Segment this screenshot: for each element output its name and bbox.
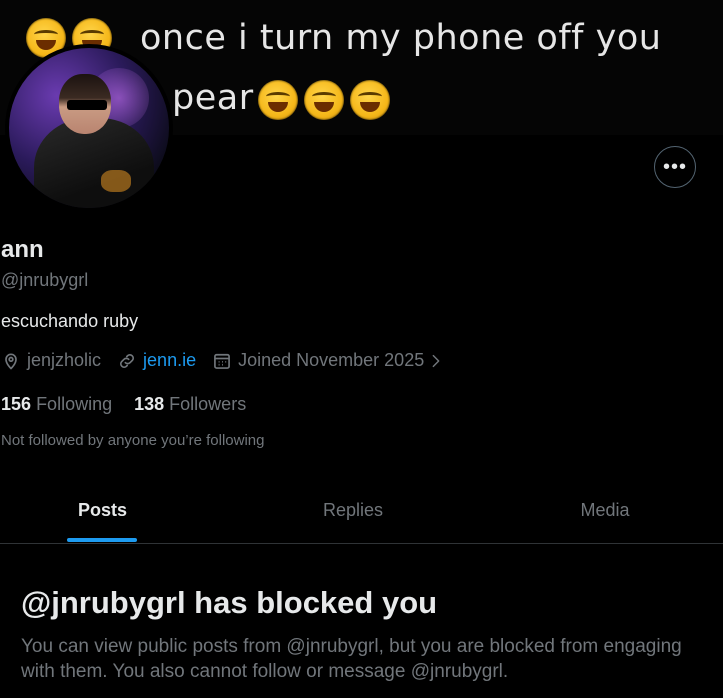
following-label: Following	[36, 394, 113, 414]
website-link[interactable]: jenn.ie	[143, 350, 196, 371]
profile-bio: escuchando ruby	[1, 311, 139, 331]
more-options-button[interactable]: •••	[654, 146, 696, 188]
profile-name: ann	[1, 236, 44, 263]
follow-stats: 156 Following 138 Followers	[1, 394, 268, 415]
chevron-right-icon	[432, 354, 440, 367]
tab-replies[interactable]: Replies	[205, 478, 501, 543]
followers-stat[interactable]: 138 Followers	[134, 394, 246, 415]
followers-count: 138	[134, 394, 165, 414]
avatar-sunglasses	[67, 100, 107, 110]
blocked-title: @jnrubygrl has blocked you	[21, 585, 438, 620]
location-item: jenjzholic	[1, 350, 101, 371]
profile-handle: @jnrubygrl	[1, 270, 89, 290]
tab-posts[interactable]: Posts	[0, 478, 205, 543]
profile-meta-row: jenjzholic jenn.ie Joined November 2025	[1, 350, 466, 371]
following-stat[interactable]: 156 Following	[1, 394, 112, 415]
banner-text-line-1: once i turn my phone off you	[140, 18, 662, 58]
calendar-icon	[214, 353, 231, 369]
following-count: 156	[1, 394, 32, 414]
laughing-emoji-icon	[350, 80, 390, 120]
laughing-emoji-icon	[304, 80, 344, 120]
joined-item[interactable]: Joined November 2025	[212, 350, 450, 371]
more-dots-icon: •••	[662, 156, 687, 178]
location-pin-icon	[5, 353, 17, 370]
avatar-photo	[9, 48, 169, 208]
tab-media[interactable]: Media	[501, 478, 709, 543]
avatar-jacket-logo	[101, 170, 131, 192]
blocked-message: You can view public posts from @jnrubygr…	[21, 636, 682, 682]
website-item[interactable]: jenn.ie	[117, 350, 196, 371]
profile-avatar[interactable]	[5, 44, 173, 212]
link-icon	[120, 353, 134, 368]
location-text: jenjzholic	[27, 350, 102, 370]
laughing-emoji-icon	[258, 80, 298, 120]
joined-text: Joined November 2025	[238, 350, 425, 370]
profile-tabs: Posts Replies Media	[0, 478, 723, 544]
active-tab-indicator	[67, 538, 137, 542]
followers-label: Followers	[169, 394, 247, 414]
banner-emoji-row-bottom	[258, 80, 390, 120]
banner-text-line-2: pear	[172, 78, 254, 118]
not-followed-notice: Not followed by anyone you’re following	[1, 432, 265, 449]
